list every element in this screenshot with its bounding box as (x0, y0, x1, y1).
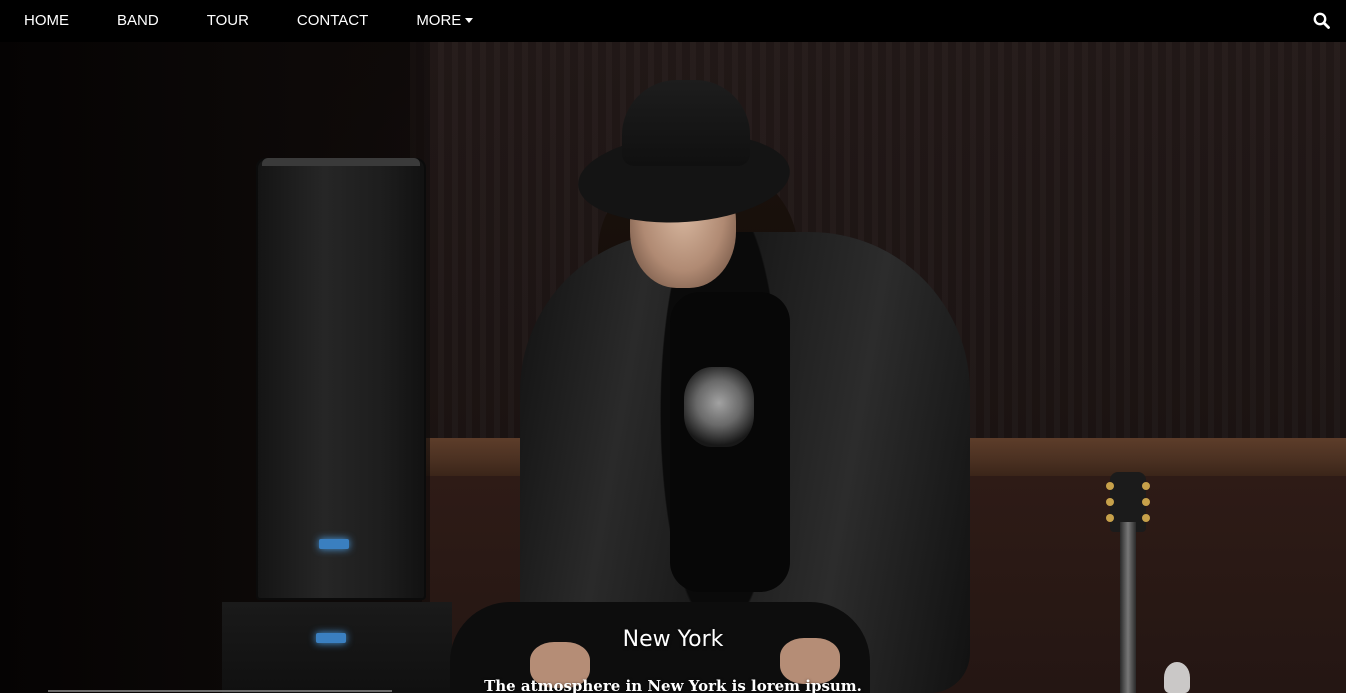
nav-more-dropdown[interactable]: MORE (392, 0, 497, 42)
speaker-top-edge (262, 158, 420, 166)
tuning-peg (1142, 482, 1150, 490)
tuning-peg (1106, 498, 1114, 506)
guitar-neck (1120, 522, 1136, 693)
nav-home[interactable]: HOME (0, 0, 93, 42)
shirt-graphic (684, 367, 754, 447)
nav-tour-label: TOUR (206, 12, 249, 29)
nav-contact-label: CONTACT (296, 12, 369, 29)
nav-more-label: MORE (416, 12, 462, 29)
search-icon (1313, 12, 1330, 29)
nav-band[interactable]: BAND (93, 0, 183, 42)
nav-tour[interactable]: TOUR (183, 0, 273, 42)
tuning-peg (1142, 514, 1150, 522)
slide-caption-title: New York (622, 627, 724, 652)
tuning-peg (1106, 482, 1114, 490)
speaker-light (319, 539, 349, 549)
nav-contact[interactable]: CONTACT (273, 0, 392, 42)
speaker-cabinet (256, 158, 426, 600)
top-navbar: HOME BAND TOUR CONTACT MORE (0, 0, 1346, 42)
hero-slide-image (0, 42, 1346, 693)
hat-crown (622, 80, 750, 166)
tuning-peg (1142, 498, 1150, 506)
slide-indicator-bar (48, 690, 392, 692)
page: HOME BAND TOUR CONTACT MORE New York The… (0, 0, 1346, 693)
tuning-peg (1106, 514, 1114, 522)
search-button[interactable] (1312, 11, 1332, 31)
caret-down-icon (465, 17, 474, 23)
nav-band-label: BAND (117, 12, 159, 29)
nav-home-label: HOME (24, 12, 69, 29)
